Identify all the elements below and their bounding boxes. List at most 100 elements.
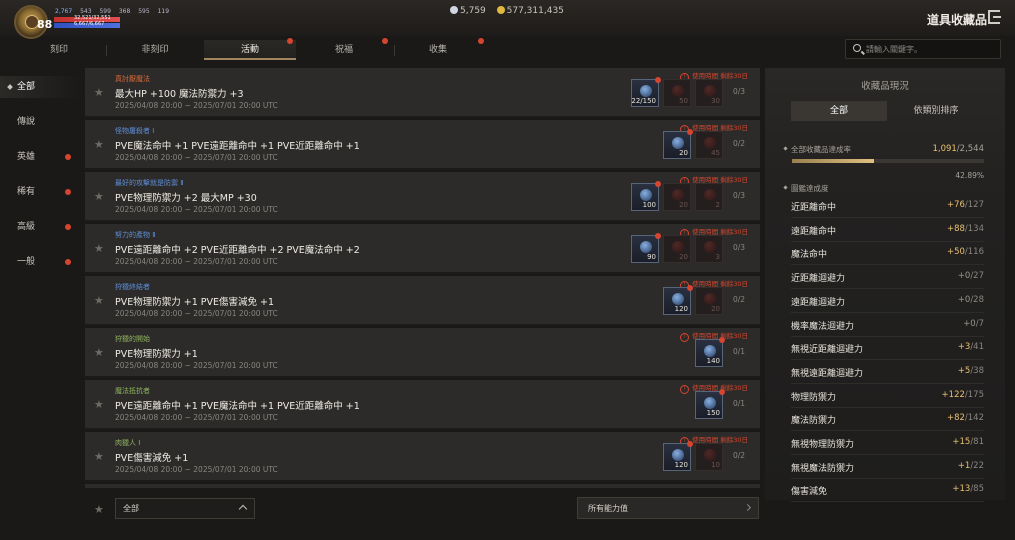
item-slot[interactable]: 20 (663, 235, 691, 263)
collection-effect: PVE遠距離命中 +2 PVE近距離命中 +2 PVE魔法命中 +2 (115, 245, 360, 256)
favorite-star-icon[interactable]: ★ (94, 294, 104, 307)
stat-added: +0 (957, 294, 971, 305)
item-slot[interactable]: 10 (695, 443, 723, 471)
collection-period: 2025/04/08 20:00 ~ 2025/07/01 20:00 UTC (115, 153, 278, 162)
diamond-amount: 5,759 (460, 6, 486, 16)
favorite-star-icon[interactable]: ★ (94, 138, 104, 151)
stat-max: /81 (970, 437, 984, 447)
stat-max: /28 (970, 294, 984, 305)
panel-tab-all[interactable]: 全部 (791, 101, 887, 121)
tab-collection[interactable]: 收集 (394, 40, 482, 60)
stat-added: +122 (941, 389, 965, 400)
tab-engraved[interactable]: 刻印 (0, 40, 118, 60)
item-slot[interactable]: 3 (695, 235, 723, 263)
item-slot[interactable]: 140 (695, 337, 725, 367)
grade-filter-dropdown[interactable]: 全部 (115, 498, 255, 519)
item-slot[interactable]: 20 (695, 287, 723, 315)
page-title: 道具收藏品 (927, 13, 988, 27)
item-count: 100 (642, 201, 656, 209)
sidebar-item-rare[interactable]: 稀有 (0, 181, 82, 203)
slot-badge-dot (719, 337, 725, 343)
collection-name: 狩獵的開始 (115, 335, 150, 343)
collection-row[interactable]: ★ 努力的產物 Ⅱ PVE遠距離命中 +2 PVE近距離命中 +2 PVE魔法命中 … (85, 224, 760, 274)
stat-max: /27 (970, 271, 984, 282)
sidebar-item-advanced[interactable]: 高級 (0, 216, 82, 238)
collection-row[interactable]: ★ 狩獵終結者 PVE物理防禦力 +1 PVE傷害減免 +1 2025/04/08 2… (85, 276, 760, 326)
stat-2: 543 (80, 8, 92, 15)
collection-row[interactable]: ★ 魔法抵抗者 PVE遠距離命中 +1 PVE魔法命中 +1 PVE近距離命中 +1… (85, 380, 760, 430)
stat-value: +15/81 (952, 437, 984, 447)
item-slot[interactable]: 22/150 (631, 77, 661, 107)
sidebar-item-legend[interactable]: 傳說 (0, 111, 82, 133)
stat-max: /142 (964, 413, 984, 424)
item-slot[interactable]: 20 (663, 183, 691, 211)
collection-row[interactable]: ★ 肉獵人 Ⅰ PVE傷害減免 +1 2025/04/08 20:00 ~ 2025/… (85, 432, 760, 482)
item-count: 30 (711, 97, 720, 105)
item-count: 2 (715, 201, 720, 209)
player-level: 88 (37, 18, 53, 31)
collection-row[interactable]: ★ 怪物屠殺者 Ⅰ PVE魔法命中 +1 PVE遠距離命中 +1 PVE近距離命中 … (85, 120, 760, 170)
total-max: /2,544 (956, 144, 984, 154)
stat-3: 599 (99, 8, 111, 15)
stat-added: +1 (957, 460, 971, 471)
stat-value: +88/134 (947, 224, 984, 234)
total-rate-label: 全部收藏品達成率 (791, 145, 851, 154)
gem-item-icon (704, 189, 716, 201)
collection-row[interactable]: ★使用時間 剩餘30日 (85, 484, 760, 488)
sidebar-item-hero[interactable]: 英雄 (0, 146, 82, 168)
item-slot[interactable]: 2 (695, 183, 723, 211)
stat-max: /175 (964, 389, 984, 400)
favorite-star-icon[interactable]: ★ (94, 450, 104, 463)
sidebar-item-normal[interactable]: 一般 (0, 251, 82, 273)
stat-name: 近距離迴避力 (791, 274, 846, 285)
sidebar-item-all[interactable]: 全部 (0, 76, 82, 98)
caret-up-icon (238, 504, 248, 514)
item-slot[interactable]: 30 (695, 79, 723, 107)
gem-item-icon (704, 241, 716, 253)
favorite-star-icon[interactable]: ★ (94, 242, 104, 255)
collection-period: 2025/04/08 20:00 ~ 2025/07/01 20:00 UTC (115, 257, 278, 266)
favorite-filter-star-icon[interactable]: ★ (94, 503, 104, 516)
favorite-star-icon[interactable]: ★ (94, 346, 104, 359)
gem-item-icon (672, 293, 684, 305)
tab-non-engraved[interactable]: 非刻印 (106, 40, 204, 60)
search-box[interactable] (845, 39, 1001, 59)
item-slot[interactable]: 45 (695, 131, 723, 159)
item-slot[interactable]: 120 (663, 441, 693, 471)
stat-added: +88 (946, 223, 965, 234)
item-slot[interactable]: 90 (631, 233, 661, 263)
item-count: 10 (711, 461, 720, 469)
collection-row[interactable]: ★ 最好的攻擊就是防禦 Ⅱ PVE物理防禦力 +2 最大MP +30 2025/04/… (85, 172, 760, 222)
collection-name: 怪物屠殺者 Ⅰ (115, 127, 155, 135)
stat-added: +5 (957, 365, 971, 376)
stat-name: 魔法防禦力 (791, 416, 837, 427)
item-slot[interactable]: 120 (663, 285, 693, 315)
collection-row[interactable]: ★ 狩獵的開始 PVE物理防禦力 +1 2025/04/08 20:00 ~ 2025… (85, 328, 760, 378)
search-input[interactable] (866, 42, 996, 56)
item-slot[interactable]: 20 (663, 129, 693, 159)
item-count: 20 (679, 149, 688, 157)
item-slot[interactable]: 50 (663, 79, 691, 107)
collection-row[interactable]: ★ 真討厭魔法 最大HP +100 魔法防禦力 +3 2025/04/08 20:00… (85, 68, 760, 118)
exit-icon[interactable] (988, 10, 1001, 24)
gem-item-icon (672, 449, 684, 461)
item-slot[interactable]: 150 (695, 389, 725, 419)
favorite-star-icon[interactable]: ★ (94, 190, 104, 203)
item-count: 3 (715, 253, 720, 261)
panel-tab-by-category[interactable]: 依類別排序 (887, 101, 985, 121)
stat-row: 無視魔法防禦力 +1/22 (791, 456, 984, 479)
sidebar-item-label: 傳說 (17, 117, 36, 127)
stat-name: 遠距離命中 (791, 226, 837, 237)
favorite-star-icon[interactable]: ★ (94, 398, 104, 411)
stat-added: +50 (946, 247, 965, 258)
stat-name: 魔法命中 (791, 250, 828, 261)
collected-count: 0/2 (733, 451, 746, 460)
favorite-star-icon[interactable]: ★ (94, 86, 104, 99)
chevron-right-icon (743, 503, 752, 512)
gem-item-icon (672, 85, 684, 97)
tab-blessing[interactable]: 祝福 (296, 40, 392, 60)
book-rate-label: 圖鑑達成度 (791, 184, 829, 193)
all-stats-button[interactable]: 所有能力值 (577, 497, 759, 519)
tab-event[interactable]: 活動 (204, 40, 296, 60)
item-slot[interactable]: 100 (631, 181, 661, 211)
